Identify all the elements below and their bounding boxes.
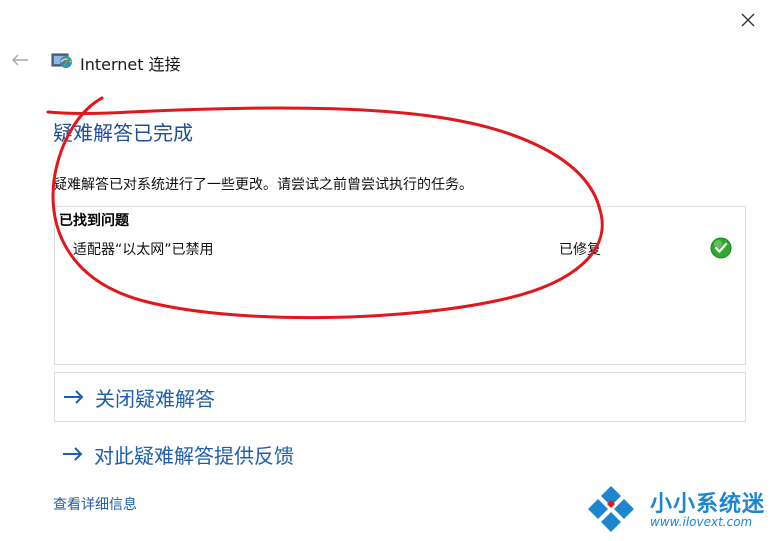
back-button[interactable] [8, 48, 32, 72]
problem-row: 适配器“以太网”已禁用 已修复 [55, 235, 745, 261]
feedback-link[interactable]: 对此疑难解答提供反馈 [54, 430, 744, 478]
close-troubleshooter-link[interactable]: 关闭疑难解答 [54, 372, 746, 422]
problems-found-title: 已找到问题 [59, 213, 129, 229]
close-troubleshooter-label: 关闭疑难解答 [95, 386, 215, 411]
diamond-logo-icon [588, 486, 634, 532]
arrow-right-icon [63, 386, 85, 408]
back-arrow-icon [12, 54, 28, 66]
network-connection-icon [51, 53, 72, 68]
page-heading: 疑难解答已完成 [53, 121, 193, 145]
problem-status: 已修复 [559, 242, 601, 258]
window-title: Internet 连接 [80, 55, 181, 74]
close-icon [741, 13, 755, 27]
problem-name: 适配器“以太网”已禁用 [73, 242, 214, 258]
view-details-link[interactable]: 查看详细信息 [53, 494, 137, 514]
green-checkmark-icon [710, 237, 732, 259]
result-description: 疑难解答已对系统进行了一些更改。请尝试之前曾尝试执行的任务。 [53, 177, 473, 193]
close-button[interactable] [734, 6, 762, 34]
feedback-label: 对此疑难解答提供反馈 [94, 443, 294, 468]
watermark-name: 小小系统迷 [650, 492, 766, 517]
problems-found-panel: 已找到问题 适配器“以太网”已禁用 已修复 [54, 206, 746, 365]
watermark-url: www.ilovext.com [650, 515, 753, 529]
arrow-right-icon [62, 443, 84, 465]
